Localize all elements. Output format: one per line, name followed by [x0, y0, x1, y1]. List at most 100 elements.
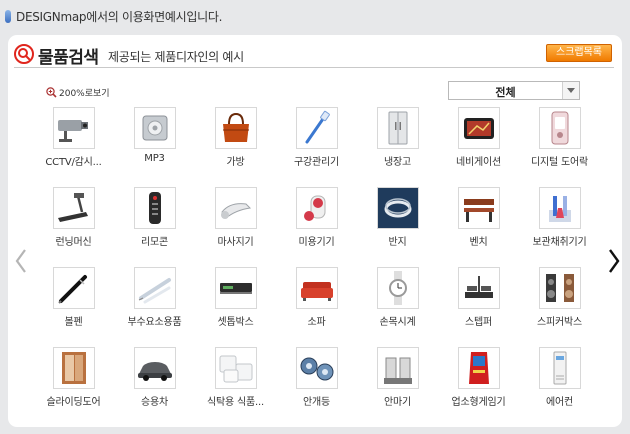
product-label[interactable]: 에어컨 [519, 393, 600, 408]
fog-lamp-icon[interactable] [296, 347, 338, 389]
product-label[interactable]: 손목시계 [357, 313, 438, 328]
top-caption-bar: DESIGNmap에서의 이용화면예시입니다. [0, 0, 630, 32]
next-page-arrow[interactable] [606, 247, 622, 275]
remote-control-icon[interactable] [134, 187, 176, 229]
sample-tube-icon[interactable] [539, 187, 581, 229]
product-item[interactable]: 손목시계 [357, 265, 438, 344]
product-label[interactable]: MP3 [114, 153, 195, 164]
product-item[interactable]: 스피커박스 [519, 265, 600, 344]
product-label[interactable]: 구강관리기 [276, 153, 357, 168]
product-label[interactable]: 안마기 [357, 393, 438, 408]
product-grid: CCTV/감시... MP3 가방 구강관리기 냉장고 네비게이션 디지털 도어락런닝머신 리… [33, 105, 600, 420]
cctv-camera-icon[interactable] [53, 107, 95, 149]
treadmill-icon[interactable] [53, 187, 95, 229]
product-item[interactable]: 보관채취기기 [519, 185, 600, 264]
product-item[interactable]: 미용기기 [276, 185, 357, 264]
product-item[interactable]: 셋톱박스 [195, 265, 276, 344]
page-title: 물품검색 [38, 48, 99, 68]
air-conditioner-icon[interactable] [539, 347, 581, 389]
product-item[interactable]: 벤치 [438, 185, 519, 264]
product-label[interactable]: 부수요소용품 [114, 313, 195, 328]
product-label[interactable]: 식탁용 식품... [195, 393, 276, 408]
product-item[interactable]: 업소형게임기 [438, 345, 519, 424]
sofa-icon[interactable] [296, 267, 338, 309]
massager-icon[interactable] [215, 187, 257, 229]
refrigerator-icon[interactable] [377, 107, 419, 149]
product-label[interactable]: 업소형게임기 [438, 393, 519, 408]
product-label[interactable]: 슬라이딩도어 [33, 393, 114, 408]
beauty-device-icon[interactable] [296, 187, 338, 229]
product-item[interactable]: 네비게이션 [438, 105, 519, 184]
product-item[interactable]: 승용차 [114, 345, 195, 424]
door-lock-icon[interactable] [539, 107, 581, 149]
product-item[interactable]: MP3 [114, 105, 195, 184]
ring-icon[interactable] [377, 187, 419, 229]
product-item[interactable]: 냉장고 [357, 105, 438, 184]
product-item[interactable]: 디지털 도어락 [519, 105, 600, 184]
search-icon [14, 44, 34, 64]
product-label[interactable]: CCTV/감시... [33, 153, 114, 168]
product-item[interactable]: 소파 [276, 265, 357, 344]
set-top-box-icon[interactable] [215, 267, 257, 309]
chevron-right-icon [609, 249, 620, 273]
product-item[interactable]: 가방 [195, 105, 276, 184]
product-item[interactable]: 구강관리기 [276, 105, 357, 184]
product-item[interactable]: 볼펜 [33, 265, 114, 344]
product-item[interactable]: 안마기 [357, 345, 438, 424]
product-label[interactable]: 벤치 [438, 233, 519, 248]
panel-header: 물품검색 제공되는 제품디자인의 예시 스크랩목록 [14, 42, 614, 68]
food-container-icon[interactable] [215, 347, 257, 389]
product-item[interactable]: 반지 [357, 185, 438, 264]
product-item[interactable]: 리모콘 [114, 185, 195, 264]
car-icon[interactable] [134, 347, 176, 389]
product-label[interactable]: 보관채취기기 [519, 233, 600, 248]
product-item[interactable]: 에어컨 [519, 345, 600, 424]
product-label[interactable]: 냉장고 [357, 153, 438, 168]
product-item[interactable]: 마사지기 [195, 185, 276, 264]
product-label[interactable]: 반지 [357, 233, 438, 248]
stepper-icon[interactable] [458, 267, 500, 309]
product-label[interactable]: 미용기기 [276, 233, 357, 248]
handbag-icon[interactable] [215, 107, 257, 149]
product-label[interactable]: 가방 [195, 153, 276, 168]
arcade-machine-icon[interactable] [458, 347, 500, 389]
zoom-in-icon [46, 87, 57, 98]
product-label[interactable]: 스텝퍼 [438, 313, 519, 328]
product-label[interactable]: 볼펜 [33, 313, 114, 328]
leg-massager-icon[interactable] [377, 347, 419, 389]
chevron-left-icon [15, 249, 26, 273]
product-label[interactable]: 소파 [276, 313, 357, 328]
product-item[interactable]: CCTV/감시... [33, 105, 114, 184]
product-item[interactable]: 식탁용 식품... [195, 345, 276, 424]
product-label[interactable]: 리모콘 [114, 233, 195, 248]
product-label[interactable]: 셋톱박스 [195, 313, 276, 328]
ballpoint-pen-icon[interactable] [53, 267, 95, 309]
product-label[interactable]: 런닝머신 [33, 233, 114, 248]
wristwatch-icon[interactable] [377, 267, 419, 309]
product-item[interactable]: 안개등 [276, 345, 357, 424]
category-filter-select[interactable]: 전체 [448, 81, 580, 100]
product-label[interactable]: 디지털 도어락 [519, 153, 600, 168]
bench-icon[interactable] [458, 187, 500, 229]
scrap-list-button[interactable]: 스크랩목록 [546, 44, 612, 62]
speaker-icon[interactable] [539, 267, 581, 309]
syringe-icon[interactable] [134, 267, 176, 309]
product-label[interactable]: 마사지기 [195, 233, 276, 248]
category-filter-value: 전체 [495, 86, 516, 99]
product-label[interactable]: 안개등 [276, 393, 357, 408]
previous-page-arrow[interactable] [13, 247, 29, 275]
mp3-player-icon[interactable] [134, 107, 176, 149]
product-label[interactable]: 승용차 [114, 393, 195, 408]
product-item[interactable]: 슬라이딩도어 [33, 345, 114, 424]
navigation-device-icon[interactable] [458, 107, 500, 149]
product-item[interactable]: 부수요소용품 [114, 265, 195, 344]
product-label[interactable]: 네비게이션 [438, 153, 519, 168]
product-item[interactable]: 런닝머신 [33, 185, 114, 264]
zoom-200-button[interactable]: 200%로보기 [46, 86, 110, 99]
toothbrush-icon[interactable] [296, 107, 338, 149]
sliding-door-icon[interactable] [53, 347, 95, 389]
page-subtitle: 제공되는 제품디자인의 예시 [108, 50, 244, 64]
product-label[interactable]: 스피커박스 [519, 313, 600, 328]
product-item[interactable]: 스텝퍼 [438, 265, 519, 344]
zoom-label: 200%로보기 [59, 89, 110, 99]
